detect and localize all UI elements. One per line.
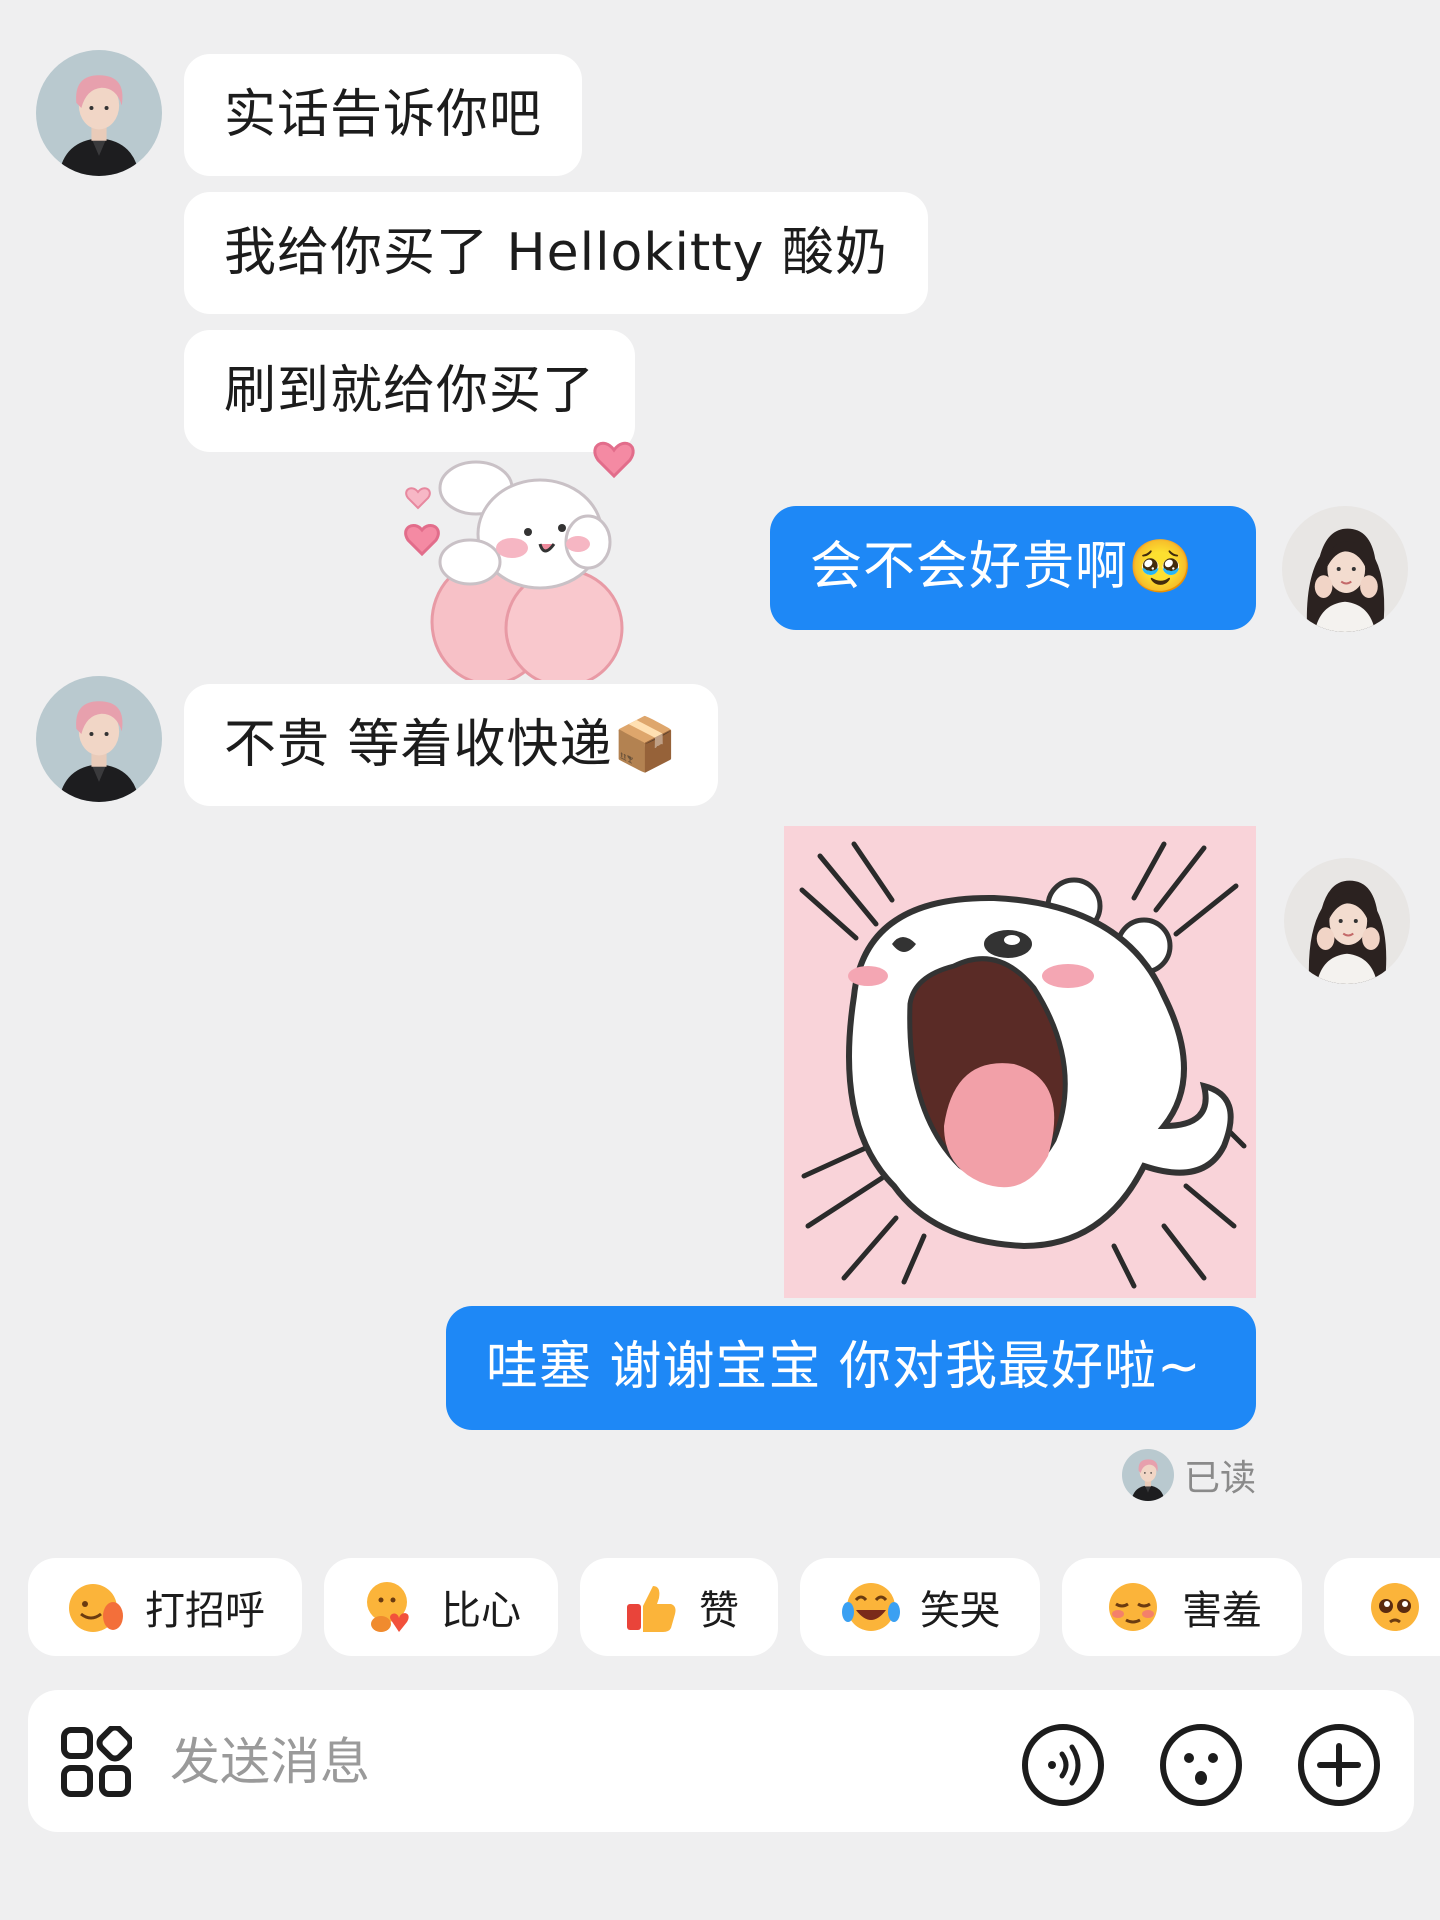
my-avatar[interactable] bbox=[1282, 506, 1408, 632]
message-bubble-outgoing[interactable]: 会不会好贵啊🥹 bbox=[770, 506, 1256, 630]
laugh-cry-emoji-icon bbox=[842, 1583, 900, 1631]
quick-reply-pleading[interactable] bbox=[1324, 1558, 1440, 1656]
plus-icon bbox=[1298, 1724, 1380, 1806]
sender-avatar-boyfriend[interactable] bbox=[36, 50, 162, 176]
my-avatar[interactable] bbox=[1284, 858, 1410, 984]
chip-label: 比心 bbox=[441, 1588, 521, 1634]
voice-button[interactable] bbox=[1020, 1722, 1106, 1808]
reader-avatar bbox=[1122, 1449, 1174, 1501]
read-status-text: 已读 bbox=[1184, 1458, 1257, 1499]
wave-hand-emoji-icon bbox=[69, 1584, 123, 1632]
message-text: 实话告诉你吧 bbox=[224, 85, 543, 145]
message-text: 我给你买了 Hellokitty 酸奶 bbox=[224, 223, 888, 283]
chip-label: 笑哭 bbox=[920, 1588, 1000, 1634]
quick-reply-like[interactable]: 赞 bbox=[580, 1558, 778, 1656]
quick-reply-laugh-cry[interactable]: 笑哭 bbox=[800, 1558, 1040, 1656]
message-composer: 发送消息 bbox=[28, 1690, 1414, 1832]
message-bubble-incoming[interactable]: 实话告诉你吧 bbox=[184, 54, 583, 176]
pleading-emoji-icon bbox=[1371, 1583, 1419, 1631]
message-text: 会不会好贵啊🥹 bbox=[810, 537, 1194, 597]
message-bubble-incoming[interactable]: 不贵 等着收快递📦 bbox=[184, 684, 719, 806]
emoji-button[interactable] bbox=[1158, 1722, 1244, 1808]
sender-avatar-boyfriend[interactable] bbox=[36, 676, 162, 802]
message-text: 哇塞 谢谢宝宝 你对我最好啦~ bbox=[486, 1337, 1202, 1397]
voice-icon bbox=[1022, 1724, 1104, 1806]
emoji-icon bbox=[1160, 1724, 1242, 1806]
apps-grid-icon[interactable] bbox=[60, 1726, 132, 1798]
screaming-bunny-sticker[interactable] bbox=[784, 826, 1256, 1298]
thumbs-up-emoji-icon bbox=[627, 1586, 676, 1632]
chip-label: 害羞 bbox=[1182, 1588, 1262, 1634]
quick-reply-greet[interactable]: 打招呼 bbox=[28, 1558, 302, 1656]
shy-emoji-icon bbox=[1109, 1583, 1157, 1631]
chip-label: 赞 bbox=[699, 1588, 739, 1634]
quick-reply-shy[interactable]: 害羞 bbox=[1062, 1558, 1302, 1656]
message-text: 不贵 等着收快递📦 bbox=[224, 715, 679, 775]
finger-heart-emoji-icon bbox=[367, 1582, 409, 1632]
message-text: 刷到就给你买了 bbox=[224, 361, 596, 421]
read-receipt: 已读 bbox=[1122, 1448, 1256, 1502]
message-bubble-incoming[interactable]: 我给你买了 Hellokitty 酸奶 bbox=[184, 192, 928, 314]
quick-reply-finger-heart[interactable]: 比心 bbox=[324, 1558, 558, 1656]
chip-label: 打招呼 bbox=[145, 1588, 265, 1634]
bunny-sticker[interactable] bbox=[392, 432, 652, 688]
plus-button[interactable] bbox=[1296, 1722, 1382, 1808]
message-input[interactable]: 发送消息 bbox=[170, 1732, 370, 1792]
message-bubble-outgoing[interactable]: 哇塞 谢谢宝宝 你对我最好啦~ bbox=[446, 1306, 1256, 1430]
